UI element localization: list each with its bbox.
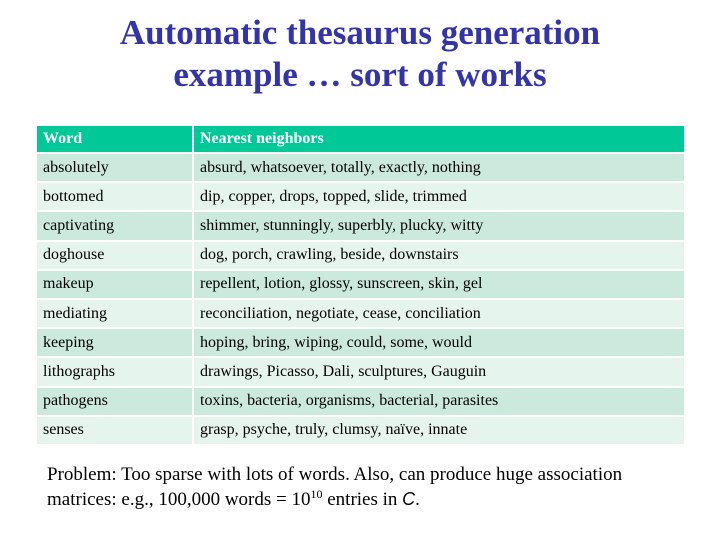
problem-line-2-middle: entries in [322, 489, 403, 510]
slide-title-line-1: Automatic thesaurus generation [119, 13, 601, 52]
table-row: mediating reconciliation, negotiate, cea… [37, 299, 684, 330]
thesaurus-table: Word Nearest neighbors absolutely absurd… [37, 126, 684, 446]
slide-title: Automatic thesaurus generation example …… [0, 12, 720, 96]
column-header-neighbors: Nearest neighbors [194, 126, 684, 154]
neighbors-cell: toxins, bacteria, organisms, bacterial, … [194, 387, 684, 417]
slide-title-line-2: example … sort of works [173, 55, 547, 94]
neighbors-cell: hoping, bring, wiping, could, some, woul… [194, 329, 684, 359]
problem-line-1: Problem: Too sparse with lots of words. … [47, 464, 623, 485]
word-cell: pathogens [37, 387, 194, 417]
word-cell: bottomed [37, 183, 194, 213]
word-cell: doghouse [37, 241, 194, 271]
neighbors-cell: reconciliation, negotiate, cease, concil… [194, 299, 684, 330]
neighbors-cell: dog, porch, crawling, beside, downstairs [194, 241, 684, 271]
word-cell: absolutely [37, 154, 194, 184]
word-cell: senses [37, 416, 194, 446]
word-cell: keeping [37, 329, 194, 359]
word-cell: mediating [37, 299, 194, 330]
table-row: makeup repellent, lotion, glossy, sunscr… [37, 270, 684, 300]
table-row: lithographs drawings, Picasso, Dali, scu… [37, 358, 684, 388]
word-cell: captivating [37, 212, 194, 242]
table-row: keeping hoping, bring, wiping, could, so… [37, 329, 684, 359]
table-row: senses grasp, psyche, truly, clumsy, naï… [37, 416, 684, 446]
table-row: pathogens toxins, bacteria, organisms, b… [37, 387, 684, 417]
table-row: doghouse dog, porch, crawling, beside, d… [37, 241, 684, 271]
neighbors-cell: repellent, lotion, glossy, sunscreen, sk… [194, 270, 684, 300]
exponent: 10 [310, 487, 323, 501]
problem-line-2: matrices: e.g., 100,000 words = 1010 ent… [47, 487, 707, 512]
problem-line-2-suffix: . [415, 489, 420, 510]
problem-line-2-prefix: matrices: e.g., 100,000 words = 10 [47, 489, 311, 510]
column-header-word: Word [37, 126, 194, 154]
table-row: absolutely absurd, whatsoever, totally, … [37, 154, 684, 184]
problem-statement: Problem: Too sparse with lots of words. … [47, 463, 707, 512]
word-cell: lithographs [37, 358, 194, 388]
table-header-row: Word Nearest neighbors [37, 126, 684, 154]
table-row: captivating shimmer, stunningly, superbl… [37, 212, 684, 242]
table-row: bottomed dip, copper, drops, topped, sli… [37, 183, 684, 213]
neighbors-cell: absurd, whatsoever, totally, exactly, no… [194, 154, 684, 184]
neighbors-cell: grasp, psyche, truly, clumsy, naïve, inn… [194, 416, 684, 446]
neighbors-cell: shimmer, stunningly, superbly, plucky, w… [194, 212, 684, 242]
matrix-symbol: C [402, 489, 416, 509]
neighbors-cell: dip, copper, drops, topped, slide, trimm… [194, 183, 684, 213]
word-cell: makeup [37, 270, 194, 300]
neighbors-cell: drawings, Picasso, Dali, sculptures, Gau… [194, 358, 684, 388]
